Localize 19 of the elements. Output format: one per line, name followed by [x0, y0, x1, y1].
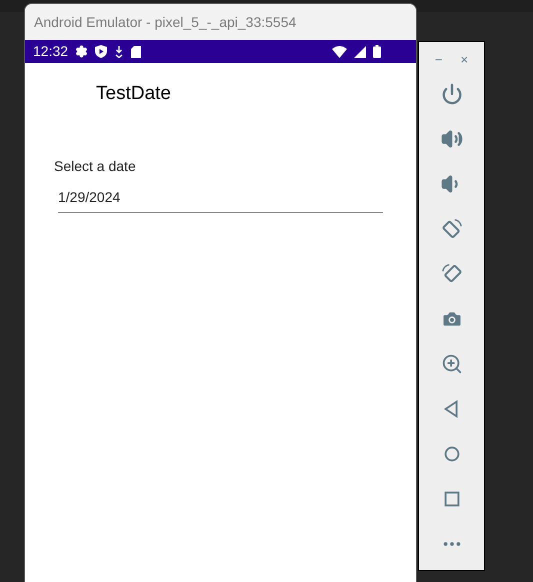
signal-icon — [354, 46, 366, 58]
close-button[interactable]: × — [460, 52, 468, 66]
wifi-icon — [332, 46, 347, 58]
date-field[interactable]: 1/29/2024 — [58, 186, 383, 212]
rotate-left-icon[interactable] — [440, 218, 462, 240]
sd-card-icon — [131, 46, 142, 58]
zoom-icon[interactable] — [440, 353, 462, 375]
battery-icon — [373, 45, 381, 58]
minimize-button[interactable]: − — [434, 52, 442, 66]
power-icon[interactable] — [440, 83, 462, 105]
rotate-right-icon[interactable] — [440, 263, 462, 285]
app-title: TestDate — [96, 82, 171, 106]
status-time: 12:32 — [33, 42, 68, 61]
window-title: Android Emulator - pixel_5_-_api_33:5554 — [34, 12, 296, 32]
field-label: Select a date — [54, 156, 136, 176]
download-icon — [114, 46, 124, 58]
shield-icon — [95, 45, 108, 58]
settings-icon — [75, 45, 88, 58]
volume-up-icon[interactable] — [440, 128, 462, 150]
